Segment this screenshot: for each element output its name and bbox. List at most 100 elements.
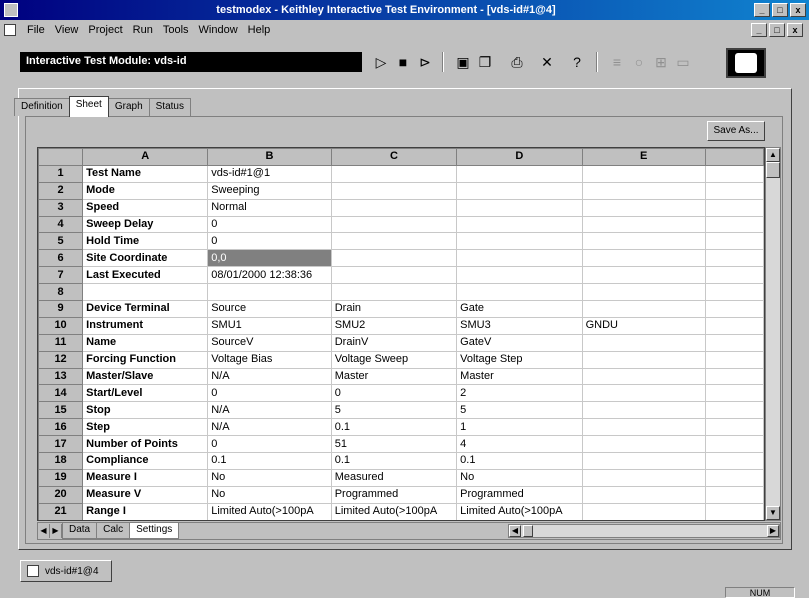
module-icon[interactable]	[726, 48, 766, 78]
row-header[interactable]: 14	[38, 384, 84, 403]
cell-d[interactable]: 1	[456, 418, 583, 437]
cell-f[interactable]	[704, 232, 764, 251]
cell-a[interactable]: Test Name	[82, 164, 209, 183]
cell-a[interactable]: Last Executed	[82, 266, 209, 285]
cell-c[interactable]: Master	[330, 367, 458, 386]
cell-c[interactable]: 0.1	[330, 452, 458, 470]
row-header[interactable]: 8	[38, 283, 84, 302]
minimize-button[interactable]: _	[754, 3, 770, 17]
tab-graph[interactable]: Graph	[107, 98, 150, 116]
cell-c[interactable]: SMU2	[330, 316, 458, 335]
row-header[interactable]: 13	[38, 367, 84, 386]
row-header[interactable]: 1	[38, 164, 84, 183]
cell-c[interactable]	[330, 232, 458, 251]
cell-d[interactable]	[456, 232, 583, 251]
cell-f[interactable]	[704, 164, 764, 183]
cell-f[interactable]	[704, 435, 764, 454]
cell-b[interactable]: Normal	[207, 198, 332, 217]
menu-window[interactable]: Window	[194, 24, 243, 36]
cell-b[interactable]: Sweeping	[207, 181, 332, 200]
document-icon[interactable]	[4, 24, 16, 36]
cell-b[interactable]: vds-id#1@1	[207, 164, 332, 183]
stop-icon[interactable]: ■	[392, 51, 414, 73]
spreadsheet[interactable]: A B C D E 1 Test Name vds-id#1@1 2 Mode Sweep…	[37, 147, 765, 521]
cell-b[interactable]: 0,0	[207, 249, 332, 268]
cell-c[interactable]: Programmed	[330, 485, 458, 504]
cell-a[interactable]: Stop	[82, 401, 209, 420]
cell-b[interactable]: Voltage Bias	[207, 350, 332, 369]
cell-e[interactable]	[581, 452, 706, 470]
cell-a[interactable]: Step	[82, 418, 209, 437]
cell-b[interactable]: N/A	[207, 418, 332, 437]
cell-c[interactable]: 0.1	[330, 418, 458, 437]
cell-f[interactable]	[704, 350, 764, 369]
cell-b[interactable]: 0	[207, 435, 332, 454]
cell-b[interactable]: 08/01/2000 12:38:36	[207, 266, 332, 285]
cell-f[interactable]	[704, 316, 764, 335]
cell-a[interactable]: Mode	[82, 181, 209, 200]
row-header[interactable]: 3	[38, 198, 84, 217]
row-header[interactable]: 4	[38, 215, 84, 234]
column-header-a[interactable]: A	[82, 148, 209, 166]
column-header-d[interactable]: D	[456, 148, 583, 166]
column-header-c[interactable]: C	[330, 148, 458, 166]
cell-b[interactable]: N/A	[207, 401, 332, 420]
row-header[interactable]: 18	[38, 452, 84, 470]
scroll-left-icon[interactable]: ◀	[509, 525, 521, 537]
cell-a[interactable]: Number of Points	[82, 435, 209, 454]
cell-d[interactable]: No	[456, 468, 583, 487]
row-header[interactable]: 19	[38, 468, 84, 487]
cell-c[interactable]: Voltage Sweep	[330, 350, 458, 369]
sheet-tab-settings[interactable]: Settings	[129, 523, 180, 539]
cell-e[interactable]	[581, 198, 706, 217]
cell-b[interactable]: No	[207, 468, 332, 487]
cell-d[interactable]: 0.1	[456, 452, 583, 470]
cell-a[interactable]: Measure I	[82, 468, 209, 487]
cell-d[interactable]: GateV	[456, 333, 583, 352]
cell-f[interactable]	[704, 181, 764, 200]
cell-a[interactable]: Compliance	[82, 452, 209, 470]
step-icon[interactable]: ⊳	[414, 51, 436, 73]
scroll-down-icon[interactable]: ▼	[766, 506, 780, 520]
cell-d[interactable]	[456, 164, 583, 183]
cell-a[interactable]: Master/Slave	[82, 367, 209, 386]
cell-e[interactable]	[581, 215, 706, 234]
cell-d[interactable]: Master	[456, 367, 583, 386]
cell-a[interactable]: Range I	[82, 502, 209, 520]
cell-f[interactable]	[704, 418, 764, 437]
cell-b[interactable]: SourceV	[207, 333, 332, 352]
cell-b[interactable]	[207, 283, 332, 302]
cell-a[interactable]: Site Coordinate	[82, 249, 209, 268]
cell-a[interactable]: Start/Level	[82, 384, 209, 403]
cell-d[interactable]: SMU3	[456, 316, 583, 335]
cell-e[interactable]	[581, 468, 706, 487]
cell-b[interactable]: 0.1	[207, 452, 332, 470]
cell-c[interactable]	[330, 283, 458, 302]
cell-a[interactable]: Sweep Delay	[82, 215, 209, 234]
row-header[interactable]: 10	[38, 316, 84, 335]
cell-d[interactable]: 4	[456, 435, 583, 454]
cell-c[interactable]: Drain	[330, 300, 458, 318]
cell-f[interactable]	[704, 452, 764, 470]
cell-b[interactable]: 0	[207, 232, 332, 251]
menu-project[interactable]: Project	[83, 24, 127, 36]
cell-b[interactable]: Source	[207, 300, 332, 318]
row-header[interactable]: 9	[38, 300, 84, 318]
cell-f[interactable]	[704, 502, 764, 520]
child-close-button[interactable]: x	[787, 23, 803, 37]
horizontal-scrollbar[interactable]: ◀ ▶	[508, 524, 780, 538]
run-icon[interactable]: ▷	[370, 51, 392, 73]
cell-c[interactable]	[330, 181, 458, 200]
cell-f[interactable]	[704, 485, 764, 504]
row-header[interactable]: 16	[38, 418, 84, 437]
cell-e[interactable]	[581, 350, 706, 369]
menu-run[interactable]: Run	[128, 24, 158, 36]
vertical-scrollbar[interactable]: ▲ ▼	[765, 147, 781, 521]
circle-icon[interactable]: ○	[628, 51, 650, 73]
cell-c[interactable]	[330, 266, 458, 285]
print-icon[interactable]: ⎙	[506, 51, 528, 73]
cell-e[interactable]	[581, 367, 706, 386]
cell-f[interactable]	[704, 367, 764, 386]
row-header[interactable]: 6	[38, 249, 84, 268]
tab-definition[interactable]: Definition	[14, 98, 70, 116]
